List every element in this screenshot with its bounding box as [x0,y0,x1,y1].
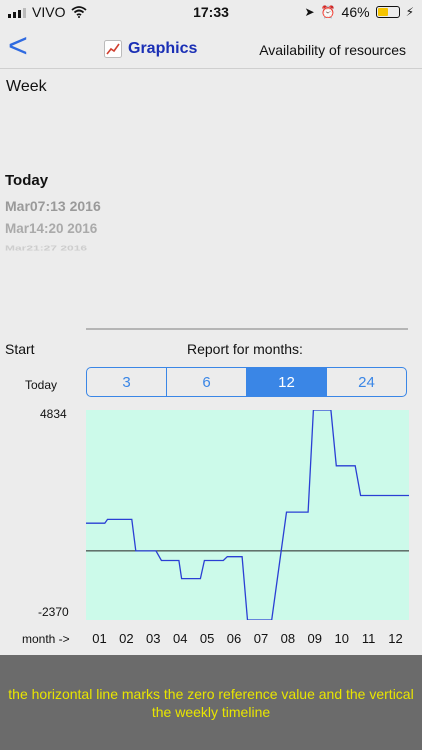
month-tick-label: 11 [361,631,376,646]
segment-3-months[interactable]: 3 [87,368,167,396]
start-label: Start [5,341,35,357]
month-tick-label: 04 [172,631,188,646]
month-tick-label: 06 [226,631,242,646]
status-bar: VIVO 17:33 ➤ ⏰ 46% ⚡ [0,0,422,24]
charging-icon: ⚡ [405,5,414,19]
nav-title-text: Graphics [128,40,198,57]
segment-12-months[interactable]: 12 [247,368,327,396]
month-tick-label: 01 [92,631,107,646]
location-icon: ➤ [304,5,315,19]
alarm-icon: ⏰ [320,5,336,19]
month-tick-label: 08 [280,631,296,646]
today-heading: Today [5,172,49,189]
chart-background [86,410,409,620]
battery-icon [375,6,400,18]
availability-of-resources-link[interactable]: Availability of resources [259,42,406,58]
today-label: Today [25,378,58,392]
footer-text: the horizontal line marks the zero refer… [8,686,414,720]
chart-icon [104,40,122,58]
month-tick-label: 09 [307,631,323,646]
month-tick-label: 12 [388,631,403,646]
week-picker[interactable]: Mar07:13 2016 Mar14:20 2016 Mar21:27 201… [5,198,205,258]
month-tick-label: 10 [334,631,349,646]
week-label: Week [6,78,47,95]
month-tick-label: 02 [119,631,134,646]
footer-banner: the horizontal line marks the zero refer… [0,655,422,750]
y-min-label: -2370 [38,605,69,619]
month-tick-label: 05 [199,631,215,646]
month-tick-label: 07 [253,631,269,646]
picker-option[interactable]: Mar07:13 2016 [5,198,205,221]
months-segmented-control[interactable]: 3 6 12 24 [86,367,407,397]
navigation-bar: < Graphics Availability of resources [0,24,422,69]
report-label: Report for months: [187,341,303,357]
battery-percent: 46% [341,4,370,20]
nav-title: Graphics [104,40,197,58]
y-max-label: 4834 [40,407,67,421]
month-axis-label: month -> [22,632,70,646]
picker-option[interactable]: Mar21:27 2016 [5,244,205,258]
segment-6-months[interactable]: 6 [167,368,247,396]
segment-24-months[interactable]: 24 [327,368,406,396]
back-button[interactable]: < [8,28,28,64]
picker-option[interactable]: Mar14:20 2016 [5,221,205,244]
divider [86,328,408,330]
month-tick-label: 03 [146,631,161,646]
resource-chart [86,410,409,620]
